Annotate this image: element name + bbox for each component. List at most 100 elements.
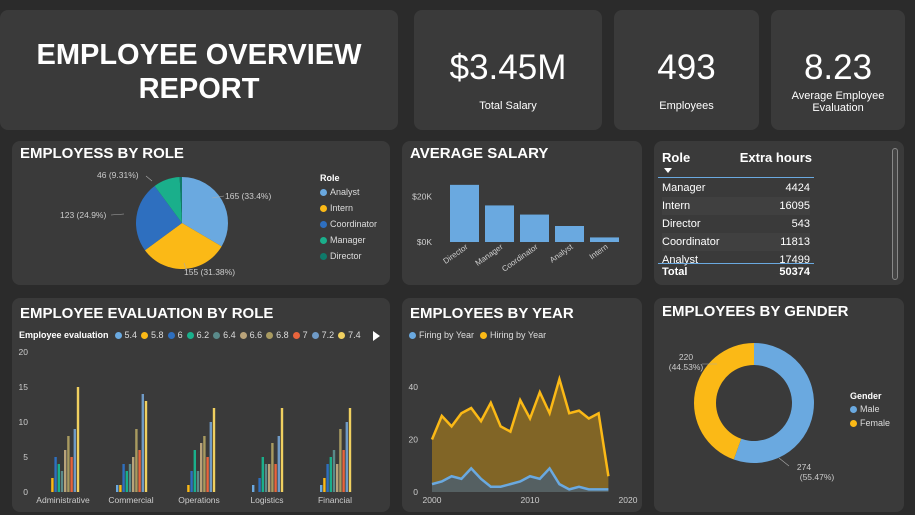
employees-by-gender-card[interactable]: EMPLOYEES BY GENDER 220 (44.53%) 274 (55… <box>654 298 904 512</box>
kpi-employees-value: 493 <box>657 48 716 87</box>
kpi-total-salary[interactable]: $3.45M Total Salary <box>414 10 602 130</box>
gender-legend-male[interactable]: Male <box>850 404 890 414</box>
salary-xtick: Intern <box>588 242 610 261</box>
eval-bar-administrative-6[interactable] <box>54 457 57 492</box>
salary-bar-intern[interactable] <box>590 237 619 242</box>
eval-bar-commercial-7-2[interactable] <box>141 394 144 492</box>
year-xtick: 2010 <box>521 495 540 505</box>
employees-by-year-chart[interactable]: 0 20 40 2000 2010 2020 <box>402 298 642 512</box>
salary-xtick: Manager <box>474 242 505 268</box>
table-row[interactable]: Intern 16095 <box>662 197 810 215</box>
eval-xtick: Administrative <box>36 495 90 505</box>
table-row[interactable]: Manager 4424 <box>662 179 810 197</box>
gender-label-male-pct: (55.47%) <box>800 472 835 482</box>
salary-bar-analyst[interactable] <box>555 226 584 242</box>
role-legend-director[interactable]: Director <box>320 251 377 261</box>
eval-bar-commercial-6[interactable] <box>122 464 125 492</box>
eval-bar-financial-6-8[interactable] <box>339 429 342 492</box>
eval-bar-administrative-6-2[interactable] <box>57 464 60 492</box>
eval-bar-financial-6-2[interactable] <box>329 457 332 492</box>
average-salary-card[interactable]: AVERAGE SALARY $0K $20K Director Manager Coo… <box>402 141 642 285</box>
eval-bar-operations-5-8[interactable] <box>187 485 190 492</box>
year-ytick: 40 <box>409 382 419 392</box>
extra-hours-col-role[interactable]: Role <box>662 150 690 165</box>
eval-bar-commercial-6-8[interactable] <box>135 429 138 492</box>
eval-bar-administrative-7-2[interactable] <box>73 429 76 492</box>
eval-bar-logistics-6[interactable] <box>258 478 261 492</box>
salary-xtick: Analyst <box>548 242 575 265</box>
role-legend-manager[interactable]: Manager <box>320 235 377 245</box>
eval-bar-logistics-7[interactable] <box>274 464 277 492</box>
vertical-scrollbar[interactable] <box>892 148 898 280</box>
eval-bar-operations-7-4[interactable] <box>212 408 216 492</box>
eval-bar-logistics-6-2[interactable] <box>261 457 264 492</box>
eval-bar-operations-6-6[interactable] <box>200 443 203 492</box>
salary-bar-manager[interactable] <box>485 205 514 242</box>
eval-bar-financial-6-4[interactable] <box>332 450 336 492</box>
salary-ytick: $20K <box>412 191 432 201</box>
extra-hours-card[interactable]: Role Extra hours Manager 4424 Intern 16095 D… <box>654 141 904 285</box>
table-cell-hours: 11813 <box>780 236 810 248</box>
table-row[interactable]: Director 543 <box>662 215 810 233</box>
extra-hours-col-hours[interactable]: Extra hours <box>740 150 812 165</box>
gender-label-male-count: 274 <box>797 462 811 472</box>
eval-bar-financial-7-2[interactable] <box>345 422 348 492</box>
eval-bar-logistics-7-2[interactable] <box>277 436 280 492</box>
salary-bar-director[interactable] <box>450 184 479 242</box>
extra-hours-total-row: Total 50374 <box>662 266 810 278</box>
year-area-hiring-by-year[interactable] <box>432 379 609 492</box>
sort-desc-icon[interactable] <box>664 168 672 173</box>
eval-bar-administrative-7[interactable] <box>70 457 73 492</box>
kpi-avg-evaluation[interactable]: 8.23 Average Employee Evaluation <box>771 10 905 130</box>
eval-bar-commercial-6-6[interactable] <box>132 457 135 492</box>
eval-bar-operations-7[interactable] <box>206 457 209 492</box>
eval-bar-logistics-6-4[interactable] <box>264 464 268 492</box>
role-legend-coordinator[interactable]: Coordinator <box>320 219 377 229</box>
year-ytick: 20 <box>409 435 419 445</box>
eval-bar-financial-7[interactable] <box>342 450 345 492</box>
eval-bar-financial-5-8[interactable] <box>323 478 326 492</box>
employees-by-role-card[interactable]: EMPLOYESS BY ROLE 165 (33.4%) 155 (31.38… <box>12 141 390 285</box>
evaluation-by-role-card[interactable]: EMPLOYEE EVALUATION BY ROLE Employee eva… <box>12 298 390 512</box>
evaluation-by-role-chart[interactable]: 0 5 10 15 20 Administrative Commercial Operatio… <box>12 298 390 512</box>
eval-ytick: 5 <box>23 452 28 462</box>
average-salary-chart[interactable]: $0K $20K Director ManagerCoordinator Analyst… <box>402 141 642 285</box>
eval-bar-financial-6-6[interactable] <box>336 464 339 492</box>
salary-xtick: Coordinator <box>500 242 540 274</box>
salary-bar-coordinator[interactable] <box>520 214 549 242</box>
eval-bar-logistics-5-4[interactable] <box>252 485 255 492</box>
eval-bar-logistics-6-8[interactable] <box>271 443 274 492</box>
legend-label: Intern <box>330 203 354 213</box>
eval-bar-operations-7-2[interactable] <box>209 422 212 492</box>
eval-bar-commercial-5-8[interactable] <box>119 485 122 492</box>
extra-hours-total-value: 50374 <box>779 266 810 278</box>
eval-bar-administrative-7-4[interactable] <box>76 387 80 492</box>
eval-bar-operations-6-2[interactable] <box>193 450 196 492</box>
eval-bar-administrative-6-6[interactable] <box>64 450 67 492</box>
kpi-employees[interactable]: 493 Employees <box>614 10 759 130</box>
employees-by-year-card[interactable]: EMPLOYEES BY YEAR Firing by Year Hiring b… <box>402 298 642 512</box>
eval-bar-commercial-6-4[interactable] <box>128 464 132 492</box>
eval-bar-financial-5-4[interactable] <box>320 485 323 492</box>
eval-bar-logistics-6-6[interactable] <box>268 464 271 492</box>
eval-bar-administrative-6-4[interactable] <box>60 471 64 492</box>
eval-bar-operations-6-8[interactable] <box>203 436 206 492</box>
eval-bar-logistics-7-4[interactable] <box>280 408 284 492</box>
eval-bar-administrative-6-8[interactable] <box>67 436 70 492</box>
report-title: EMPLOYEE OVERVIEW REPORT <box>36 39 362 105</box>
eval-bar-operations-6-4[interactable] <box>196 471 200 492</box>
eval-bar-commercial-7-4[interactable] <box>144 401 148 492</box>
eval-bar-commercial-7[interactable] <box>138 450 141 492</box>
salary-xtick: Director <box>442 242 470 266</box>
eval-bar-financial-7-4[interactable] <box>348 408 352 492</box>
eval-bar-commercial-6-2[interactable] <box>125 471 128 492</box>
eval-ytick: 20 <box>19 347 29 357</box>
role-legend-analyst[interactable]: Analyst <box>320 187 377 197</box>
table-row[interactable]: Coordinator 11813 <box>662 233 810 251</box>
role-legend-intern[interactable]: Intern <box>320 203 377 213</box>
eval-bar-financial-6[interactable] <box>326 464 329 492</box>
gender-legend-female[interactable]: Female <box>850 418 890 428</box>
eval-bar-commercial-5-4[interactable] <box>116 485 119 492</box>
eval-bar-administrative-5-8[interactable] <box>51 478 54 492</box>
eval-bar-operations-6[interactable] <box>190 471 193 492</box>
